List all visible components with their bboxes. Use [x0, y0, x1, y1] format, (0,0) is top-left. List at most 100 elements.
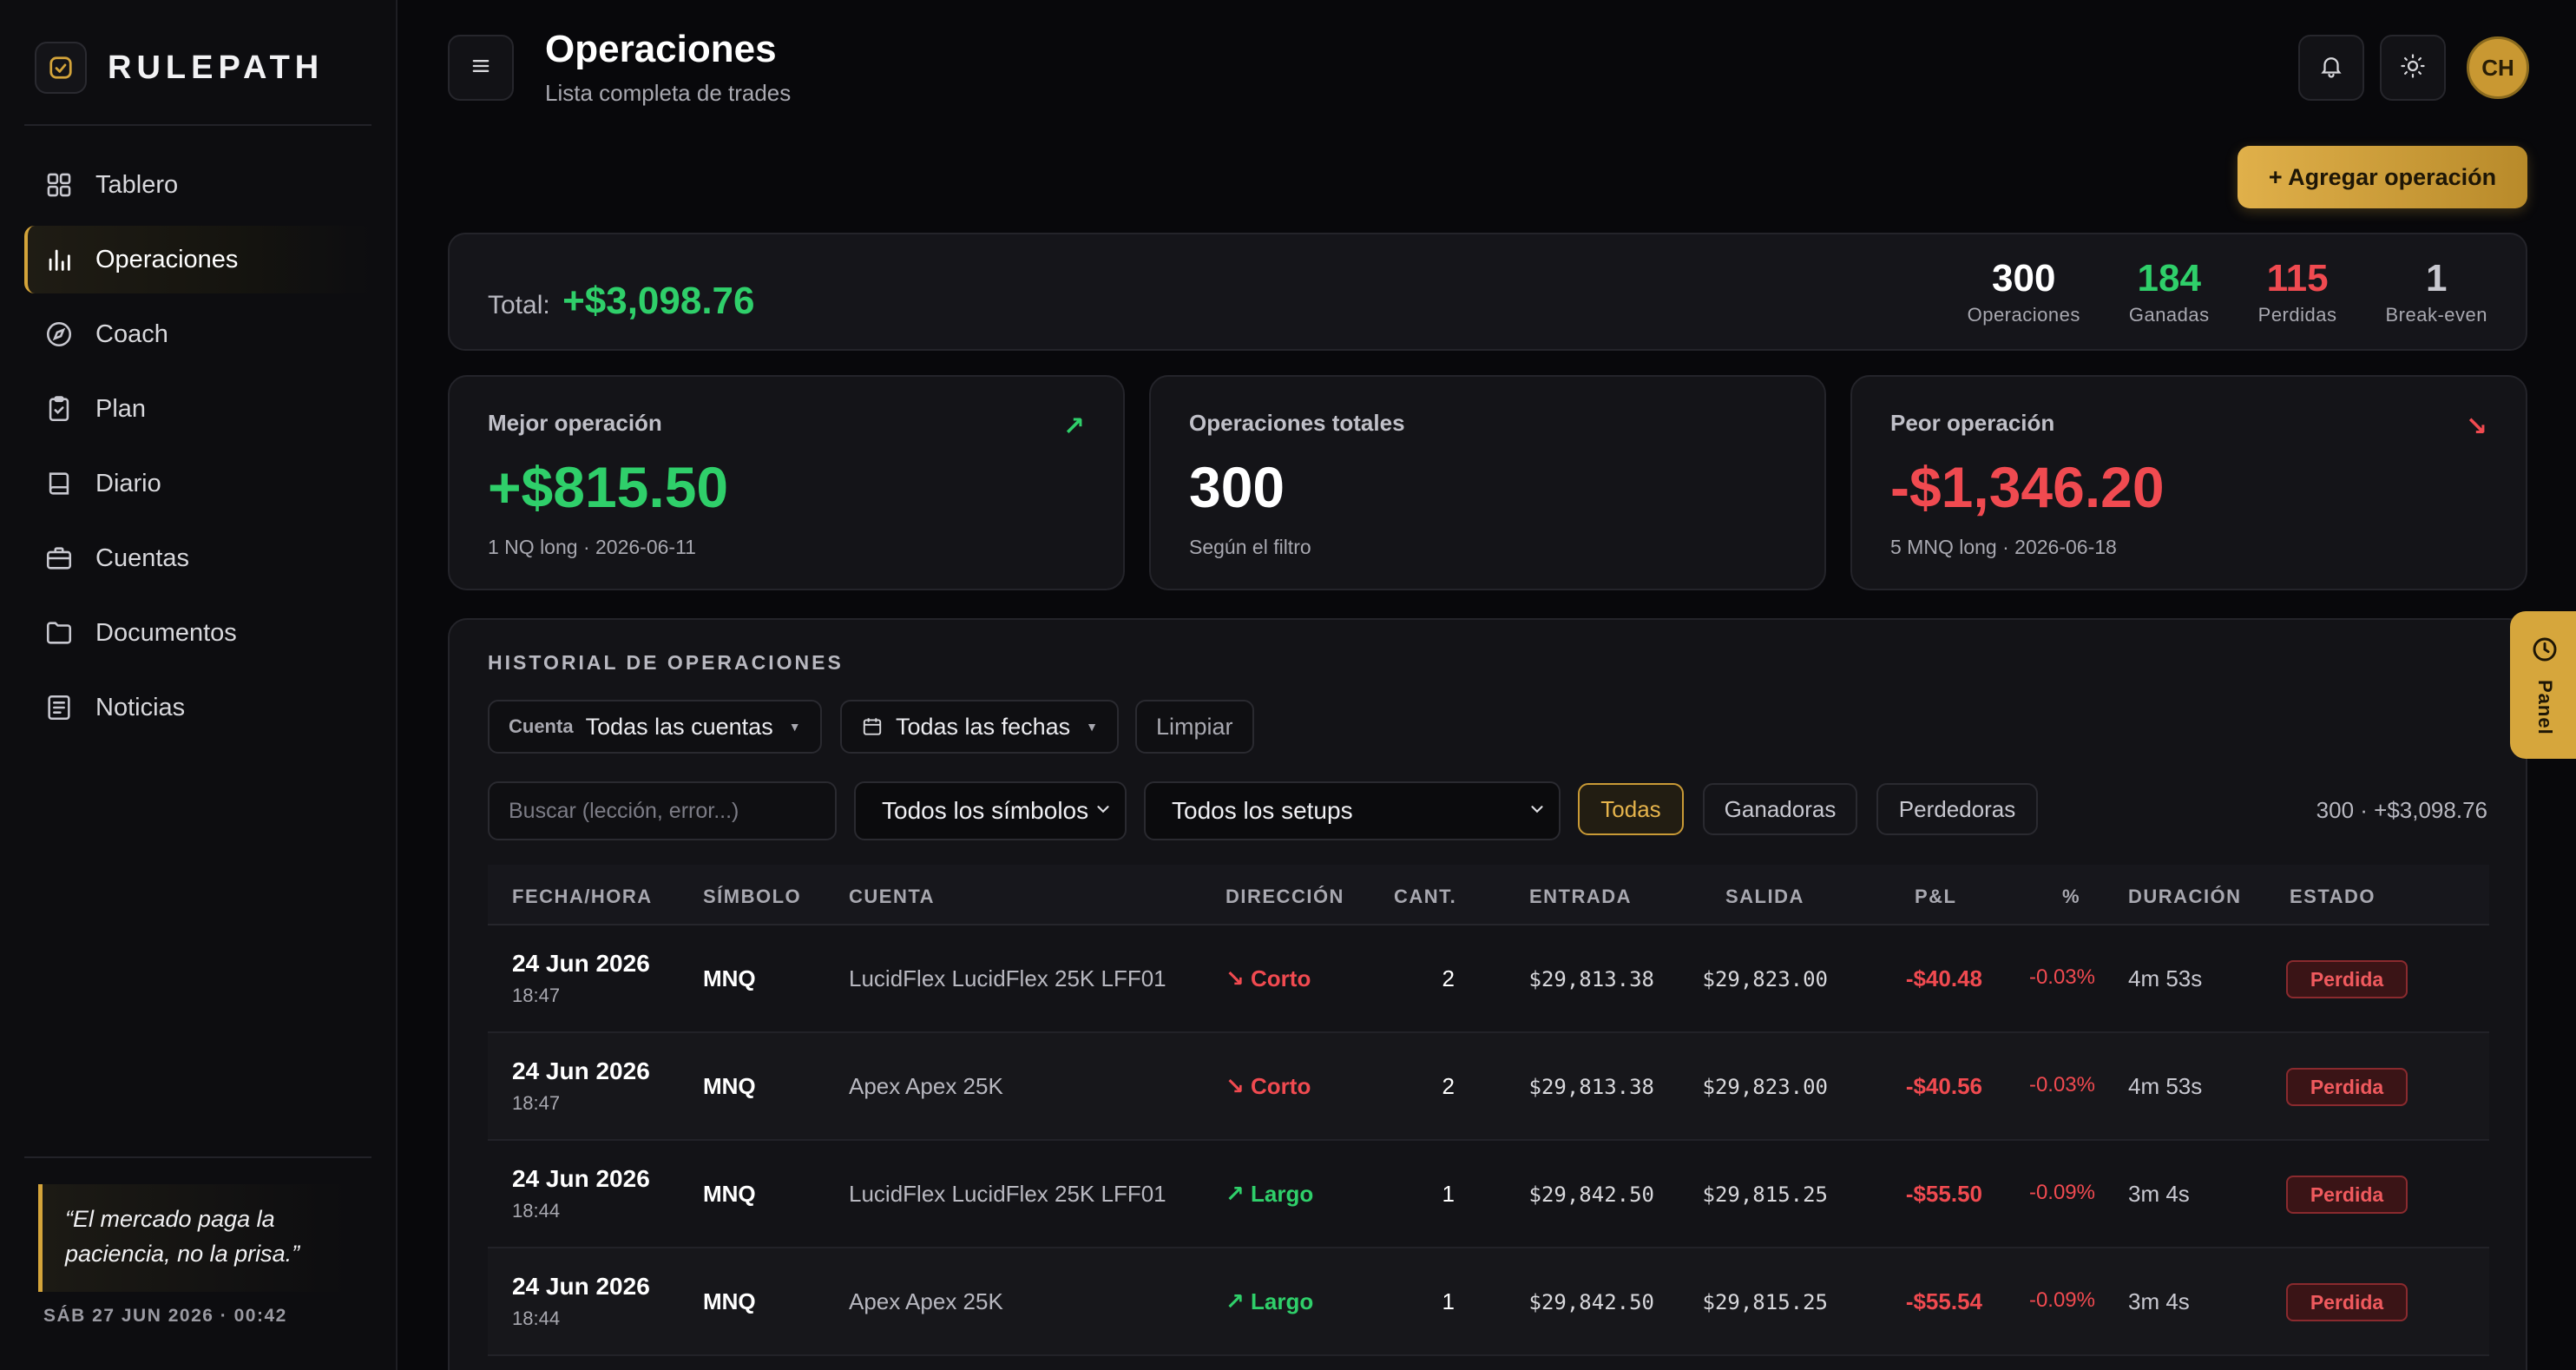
trade-entry: $29,842.50 — [1528, 1290, 1655, 1314]
setup-select[interactable]: Todos los setups — [1144, 781, 1561, 840]
column-header[interactable]: FECHA/HORA — [512, 886, 653, 908]
bell-icon — [2318, 53, 2344, 83]
filter-ganadoras[interactable]: Ganadoras — [1703, 783, 1857, 835]
trade-date: 24 Jun 2026 — [512, 1165, 650, 1192]
filter-summary: 300 · +$3,098.76 — [2316, 797, 2487, 823]
total-label: Total: — [488, 291, 550, 319]
stat-label: Perdidas — [2257, 304, 2337, 326]
sidebar-item-operaciones[interactable]: Operaciones — [24, 226, 373, 293]
clear-filters-button[interactable]: Limpiar — [1135, 700, 1254, 754]
grid-icon — [43, 169, 75, 201]
totals-bar: Total: +$3,098.76 300 Operaciones 184 Ga… — [448, 233, 2527, 351]
column-header[interactable]: P&L — [1915, 886, 1957, 908]
hamburger-icon — [469, 54, 493, 82]
date-filter-value: Todas las fechas — [896, 713, 1071, 740]
trade-qty: 1 — [1442, 1181, 1455, 1207]
newspaper-icon — [43, 692, 75, 723]
trade-date: 24 Jun 2026 — [512, 950, 650, 977]
trade-symbol: MNQ — [703, 1181, 756, 1207]
app-name: RULEPATH — [108, 49, 325, 86]
trade-time: 18:47 — [512, 1092, 561, 1114]
sidebar-item-diario[interactable]: Diario — [24, 450, 373, 517]
trade-duration: 4m 53s — [2128, 1073, 2203, 1099]
stat-value: 300 — [1992, 257, 2056, 300]
trade-direction: ↘ Corto — [1226, 1073, 1311, 1099]
chevron-down-icon — [1528, 797, 1547, 825]
sidebar-item-tablero[interactable]: Tablero — [24, 151, 373, 219]
notifications-button[interactable] — [2298, 35, 2364, 101]
column-header[interactable]: % — [2062, 886, 2080, 908]
caret-down-icon: ▼ — [788, 720, 801, 734]
sun-icon — [2400, 53, 2426, 83]
trade-duration: 4m 53s — [2128, 965, 2203, 991]
sidebar-item-noticias[interactable]: Noticias — [24, 674, 373, 741]
trade-symbol: MNQ — [703, 1288, 756, 1314]
card-subtitle: Según el filtro — [1189, 536, 1311, 558]
trade-account: LucidFlex LucidFlex 25K LFF01 — [849, 965, 1166, 991]
symbol-select-value: Todos los símbolos — [882, 797, 1089, 824]
trade-pct: -0.09% — [2028, 1288, 2095, 1312]
table-row[interactable]: 24 Jun 2026 18:44 MNQ Apex Apex 25K ↗ La… — [488, 1248, 2489, 1356]
trade-time: 18:44 — [512, 1307, 561, 1329]
stat-break-even: 1 Break-even — [2385, 257, 2487, 326]
logo-check-icon — [35, 42, 87, 94]
sidebar-nav: Tablero Operaciones Coach Plan Diario Cu… — [24, 151, 373, 748]
filter-perdedoras[interactable]: Perdedoras — [1876, 783, 2038, 835]
column-header[interactable]: SÍMBOLO — [703, 886, 801, 908]
trade-history-panel: HISTORIAL DE OPERACIONES Cuenta Todas la… — [448, 618, 2527, 1370]
stat-perdidas: 115 Perdidas — [2258, 257, 2337, 326]
trend-up-icon: ↗ — [1062, 412, 1085, 441]
bar-chart-icon — [43, 244, 75, 275]
card-title: Peor operación — [1890, 410, 2055, 436]
trade-duration: 3m 4s — [2128, 1181, 2190, 1207]
card-value: 300 — [1189, 455, 1285, 519]
sidebar-item-coach[interactable]: Coach — [24, 300, 373, 368]
account-filter-value: Todas las cuentas — [585, 713, 773, 740]
status-badge: Perdida — [2286, 960, 2408, 998]
trade-pnl: -$55.50 — [1905, 1181, 1982, 1207]
column-header[interactable]: ESTADO — [2290, 886, 2376, 908]
trade-date: 24 Jun 2026 — [512, 1057, 650, 1084]
filter-todas[interactable]: Todas — [1578, 783, 1684, 835]
theme-toggle-button[interactable] — [2380, 35, 2446, 101]
search-input[interactable] — [488, 781, 837, 840]
date-filter[interactable]: Todas las fechas ▼ — [840, 700, 1119, 754]
column-header[interactable]: CUENTA — [849, 886, 935, 908]
best-trade-card: Mejor operación ↗ +$815.50 1 NQ long · 2… — [448, 375, 1125, 590]
column-header[interactable]: CANT. — [1394, 886, 1456, 908]
status-badge: Perdida — [2286, 1068, 2408, 1106]
setup-select-value: Todos los setups — [1172, 797, 1353, 824]
logo[interactable]: RULEPATH — [35, 42, 324, 94]
motivational-quote: “El mercado paga la paciencia, no la pri… — [38, 1184, 347, 1292]
trade-duration: 3m 4s — [2128, 1288, 2190, 1314]
sidebar-item-label: Noticias — [95, 693, 186, 721]
trade-pct: -0.03% — [2028, 1073, 2095, 1097]
trade-account: Apex Apex 25K — [849, 1288, 1003, 1314]
total-summary: Total: +$3,098.76 — [488, 280, 755, 323]
page-title: Operaciones — [545, 28, 777, 70]
menu-button[interactable] — [448, 35, 514, 101]
table-row[interactable]: 24 Jun 2026 18:47 MNQ Apex Apex 25K ↘ Co… — [488, 1033, 2489, 1141]
sidebar-item-documentos[interactable]: Documentos — [24, 599, 373, 667]
trade-direction: ↗ Largo — [1226, 1181, 1314, 1207]
column-header[interactable]: SALIDA — [1725, 886, 1804, 908]
sidebar-item-cuentas[interactable]: Cuentas — [24, 524, 373, 592]
trend-down-icon: ↘ — [2465, 412, 2487, 441]
sidebar-item-label: Plan — [95, 394, 147, 423]
column-header[interactable]: DIRECCIÓN — [1226, 886, 1344, 908]
sidebar-item-plan[interactable]: Plan — [24, 375, 373, 443]
side-panel-tab[interactable]: Panel — [2510, 611, 2576, 759]
table-row[interactable]: 24 Jun 2026 18:47 MNQ LucidFlex LucidFle… — [488, 925, 2489, 1033]
card-subtitle: 1 NQ long · 2026-06-11 — [488, 536, 696, 558]
account-filter[interactable]: Cuenta Todas las cuentas ▼ — [488, 700, 822, 754]
symbol-select[interactable]: Todos los símbolos — [854, 781, 1127, 840]
table-row[interactable]: 24 Jun 2026 18:44 MNQ LucidFlex LucidFle… — [488, 1141, 2489, 1248]
column-header[interactable]: ENTRADA — [1529, 886, 1632, 908]
column-header[interactable]: DURACIÓN — [2128, 886, 2242, 908]
trade-qty: 2 — [1442, 1073, 1455, 1099]
add-trade-button[interactable]: + Agregar operación — [2238, 146, 2527, 208]
trade-exit: $29,815.25 — [1702, 1290, 1829, 1314]
stat-label: Break-even — [2385, 304, 2487, 326]
user-avatar[interactable]: CH — [2467, 36, 2529, 99]
trade-time: 18:47 — [512, 985, 561, 1006]
